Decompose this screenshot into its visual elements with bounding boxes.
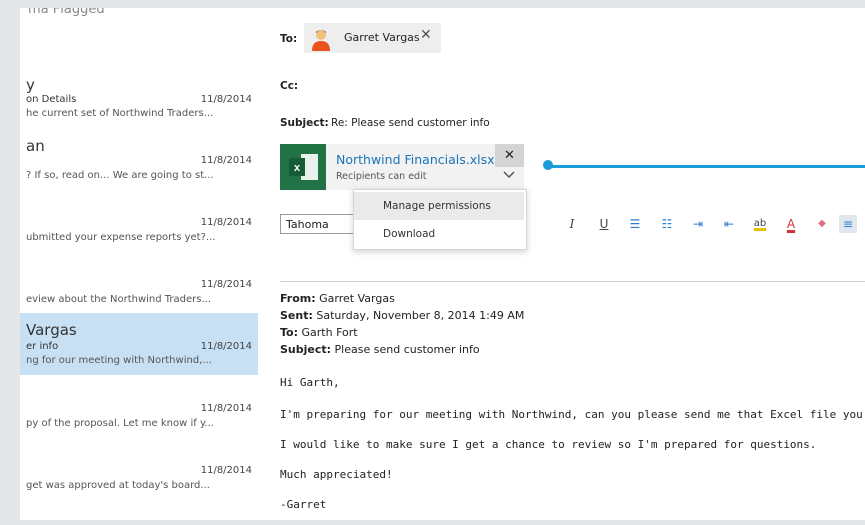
body-paragraph: I'm preparing for our meeting with North…	[280, 408, 865, 421]
list-item-preview: ? If so, read on... We are going to st..…	[26, 170, 214, 181]
numbering-icon[interactable]: ☷	[658, 215, 676, 233]
svg-text:x: x	[294, 162, 301, 174]
avatar	[312, 30, 330, 51]
list-item-preview: eview about the Northwind Traders...	[26, 294, 212, 305]
quote-divider	[280, 281, 865, 282]
font-name-select[interactable]: Tahoma	[280, 214, 355, 234]
list-item-selected[interactable]: Vargas er info 11/8/2014 ng for our meet…	[20, 313, 258, 375]
body-greeting: Hi Garth,	[280, 376, 340, 389]
indent-icon[interactable]: ⇥	[689, 215, 707, 233]
app-window: ma Flagged y on Details 11/8/2014 he cur…	[20, 8, 865, 520]
list-item-preview: ng for our meeting with Northwind,...	[26, 355, 212, 366]
list-item-date: 11/8/2014	[200, 155, 252, 166]
excel-icon: x	[280, 144, 326, 190]
remove-recipient-icon[interactable]: ✕	[420, 27, 432, 43]
subject-label: Subject:	[280, 117, 329, 129]
list-item-preview: get was approved at today's board...	[26, 480, 210, 491]
list-item[interactable]: an 11/8/2014 ? If so, read on... We are …	[20, 133, 258, 195]
attachment-card[interactable]: x Northwind Financials.xlsx Recipients c…	[280, 144, 524, 190]
cc-input[interactable]	[308, 74, 848, 96]
list-item-date: 11/8/2014	[200, 465, 252, 476]
quoted-from: From: Garret Vargas	[280, 292, 395, 305]
list-item-preview: ubmitted your expense reports yet?...	[26, 232, 216, 243]
manage-permissions-item[interactable]: Manage permissions	[354, 192, 524, 220]
body-paragraph: I would like to make sure I get a chance…	[280, 438, 817, 451]
list-item-preview: py of the proposal. Let me know if y...	[26, 418, 214, 429]
list-item-date: 11/8/2014	[200, 94, 252, 105]
underline-icon[interactable]: U	[595, 215, 613, 233]
list-item-preview: he current set of Northwind Traders...	[26, 108, 214, 119]
attachment-permission: Recipients can edit	[336, 171, 427, 182]
list-item[interactable]: 11/8/2014 py of the proposal. Let me kno…	[20, 381, 258, 443]
remove-attachment-icon[interactable]: ✕	[495, 144, 524, 167]
quoted-subject: Subject: Please send customer info	[280, 343, 480, 356]
font-color-icon[interactable]: A	[782, 215, 800, 233]
subject-input[interactable]: Re: Please send customer info	[331, 117, 490, 129]
italic-icon[interactable]: I	[563, 215, 581, 233]
list-item[interactable]: y on Details 11/8/2014 he current set of…	[20, 66, 258, 128]
bullets-icon[interactable]: ☰	[626, 215, 644, 233]
list-item[interactable]: 11/8/2014 eview about the Northwind Trad…	[20, 257, 258, 319]
recipient-name: Garret Vargas	[344, 31, 420, 44]
recipient-chip[interactable]: Garret Vargas ✕	[304, 23, 441, 53]
body-paragraph: Much appreciated!	[280, 468, 393, 481]
list-item-date: 11/8/2014	[200, 403, 252, 414]
quoted-to: To: Garth Fort	[280, 326, 358, 339]
chevron-down-icon[interactable]	[503, 170, 515, 180]
align-left-icon[interactable]: ≡	[839, 215, 857, 233]
attachment-name[interactable]: Northwind Financials.xlsx	[336, 152, 495, 167]
clear-format-icon[interactable]: ◆	[813, 215, 831, 233]
body-signature: -Garret	[280, 498, 327, 511]
message-list: ma Flagged y on Details 11/8/2014 he cur…	[20, 8, 259, 520]
list-item-subject: on Details	[26, 94, 77, 105]
highlight-icon[interactable]: ab	[751, 215, 769, 233]
download-item[interactable]: Download	[354, 220, 524, 248]
list-item-sender: Vargas	[26, 321, 77, 339]
list-item-sender: y	[26, 76, 35, 94]
list-item-sender: an	[26, 137, 45, 155]
list-item-date: 11/8/2014	[200, 279, 252, 290]
list-item-date: 11/8/2014	[200, 217, 252, 228]
list-item[interactable]: 11/8/2014 get was approved at today's bo…	[20, 443, 258, 505]
attachment-menu: Manage permissions Download	[353, 189, 527, 250]
list-item-date: 11/8/2014	[200, 341, 252, 352]
list-item[interactable]: 11/8/2014 ubmitted your expense reports …	[20, 195, 258, 257]
quoted-sent: Sent: Saturday, November 8, 2014 1:49 AM	[280, 309, 525, 322]
cc-label: Cc:	[280, 80, 299, 92]
callout-line	[545, 165, 865, 168]
list-item-subject: er info	[26, 341, 59, 352]
compose-pane: To: Garret Vargas ✕ Cc: Subject: Re: Ple…	[258, 8, 865, 520]
to-label: To:	[280, 33, 298, 45]
list-filter[interactable]: ma Flagged	[28, 8, 105, 17]
outdent-icon[interactable]: ⇤	[720, 215, 738, 233]
